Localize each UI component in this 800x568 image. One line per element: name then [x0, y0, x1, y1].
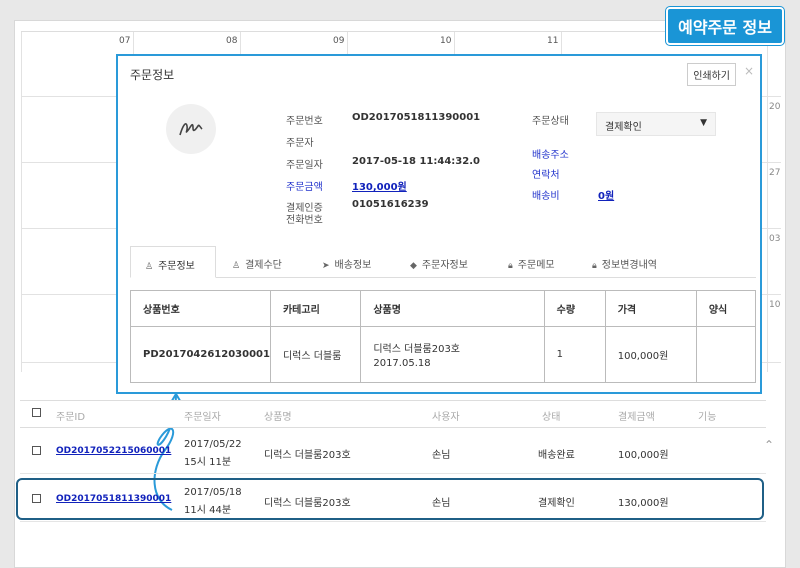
column-header: 상품번호 — [130, 290, 271, 327]
tab-payment-method[interactable]: ♙ 결제수단 — [218, 246, 308, 278]
tab-orderer-info[interactable]: ◆ 주문자정보 — [396, 246, 494, 278]
tab-order-memo[interactable]: 🔒︎ 주문메모 — [494, 246, 578, 278]
close-icon[interactable]: × — [744, 64, 754, 78]
caret-down-icon: ▼ — [700, 118, 707, 128]
modal-title: 주문정보 — [130, 68, 175, 82]
tab-change-history[interactable]: 🔒︎ 정보변경내역 — [578, 246, 688, 278]
column-header: 기능 — [698, 412, 717, 423]
column-header: 상품명 — [264, 412, 292, 423]
table-row: PD2017042612030001 디럭스 더블룸 디럭스 더블룸203호 2… — [130, 326, 757, 383]
contact-label: 연락처 — [532, 170, 560, 181]
tab-label: 배송정보 — [334, 260, 372, 271]
calendar-day[interactable]: 10 — [440, 36, 451, 46]
price-cell: 100,000원 — [604, 326, 697, 383]
tag-icon: ◆ — [410, 261, 417, 271]
lock-icon: 🔒︎ — [592, 261, 597, 271]
ship-fee-link[interactable]: 0원 — [598, 187, 614, 202]
product-name: 디럭스 더블룸203호 — [264, 450, 351, 461]
modal-tabs: ♙ 주문정보 ♙ 결제수단 ➤ 배송정보 ◆ 주문자정보 🔒︎ 주문메모 🔒︎ 정보변경내역 — [130, 246, 756, 278]
column-header: 카테고리 — [269, 290, 362, 327]
signature-icon — [166, 104, 216, 154]
calendar-day[interactable]: 20 — [769, 102, 780, 112]
status-select-value: 결제확인 — [605, 122, 642, 133]
column-header: 양식 — [695, 290, 757, 327]
calendar-gridline — [21, 32, 22, 372]
product-table: 상품번호 카테고리 상품명 수량 가격 양식 PD201704261203000… — [130, 290, 757, 383]
callout-label: 예약주문 정보 — [666, 7, 784, 45]
product-name-cell: 디럭스 더블룸203호 2017.05.18 — [360, 326, 545, 383]
order-list-header: 주문ID 주문일자 상품명 사용자 상태 결제금액 기능 — [20, 400, 766, 428]
table-row[interactable]: OD2017052215060001 2017/05/22 15시 11분 디럭… — [20, 430, 766, 474]
product-no-cell: PD2017042612030001 — [130, 326, 271, 383]
status-label: 주문상태 — [532, 116, 569, 127]
tab-label: 주문자정보 — [421, 260, 468, 271]
tab-label: 정보변경내역 — [601, 260, 657, 271]
order-date-label: 주문일자 — [286, 160, 323, 171]
user-icon: ♙ — [232, 261, 241, 271]
signature-icon-glyph — [179, 123, 203, 136]
column-header: 상품명 — [360, 290, 545, 327]
order-date-line1: 2017/05/22 — [184, 439, 242, 450]
calendar-day[interactable]: 11 — [547, 36, 558, 46]
column-header: 주문ID — [56, 412, 86, 423]
calendar-gridline — [767, 32, 768, 372]
order-date-line2: 15시 11분 — [184, 457, 232, 468]
order-no-value: OD2017051811390001 — [352, 112, 481, 123]
user-icon: ♙ — [145, 262, 154, 272]
calendar-day[interactable]: 10 — [769, 300, 780, 310]
amount-link[interactable]: 130,000원 — [352, 178, 407, 193]
select-all-checkbox[interactable] — [32, 408, 41, 417]
ship-fee-label: 배송비 — [532, 191, 560, 202]
order-date-value: 2017-05-18 11:44:32.0 — [352, 156, 480, 167]
paper-plane-icon: ➤ — [322, 261, 330, 271]
calendar-day[interactable]: 09 — [333, 36, 344, 46]
calendar-day[interactable]: 08 — [226, 36, 237, 46]
auth-phone-value: 01051616239 — [352, 199, 429, 210]
highlight-box — [16, 478, 764, 520]
amount-text: 100,000원 — [618, 450, 669, 461]
tab-label: 주문정보 — [158, 261, 195, 272]
auth-label-line2: 전화번호 — [286, 215, 323, 226]
status-select[interactable]: 결제확인 ▼ — [596, 112, 716, 136]
qty-cell: 1 — [543, 326, 606, 383]
product-date: 2017.05.18 — [373, 358, 431, 369]
column-header: 가격 — [604, 290, 697, 327]
form-cell — [695, 326, 757, 383]
order-id-link[interactable]: OD2017052215060001 — [56, 446, 171, 456]
calendar-day[interactable]: 27 — [769, 168, 780, 178]
orderer-label: 주문자 — [286, 138, 314, 149]
status-text: 배송완료 — [538, 450, 575, 461]
tab-label: 주문메모 — [517, 260, 555, 271]
column-header: 상태 — [542, 412, 561, 423]
column-header: 수량 — [543, 290, 606, 327]
row-checkbox[interactable] — [32, 446, 41, 455]
tab-label: 결제수단 — [245, 260, 282, 271]
calendar-day[interactable]: 03 — [769, 234, 780, 244]
print-button[interactable]: 인쇄하기 — [687, 63, 736, 86]
tab-shipping-info[interactable]: ➤ 배송정보 — [308, 246, 396, 278]
lock-icon: 🔒︎ — [508, 261, 513, 271]
table-header-row: 상품번호 카테고리 상품명 수량 가격 양식 — [130, 290, 757, 327]
order-no-label: 주문번호 — [286, 116, 323, 127]
column-header: 결제금액 — [618, 412, 655, 423]
column-header: 주문일자 — [184, 412, 221, 423]
chevron-up-icon[interactable]: ⌃ — [764, 438, 774, 452]
product-name: 디럭스 더블룸203호 — [373, 344, 461, 355]
category-cell: 디럭스 더블룸 — [269, 326, 362, 383]
ship-address-label: 배송주소 — [532, 150, 569, 161]
calendar-day[interactable]: 07 — [119, 36, 130, 46]
column-header: 사용자 — [432, 412, 460, 423]
amount-label: 주문금액 — [286, 182, 323, 193]
user-name: 손님 — [432, 450, 451, 461]
order-info-modal: 주문정보 인쇄하기 × 주문번호 OD2017051811390001 주문자 … — [116, 54, 762, 394]
tab-order-info[interactable]: ♙ 주문정보 — [130, 246, 216, 278]
